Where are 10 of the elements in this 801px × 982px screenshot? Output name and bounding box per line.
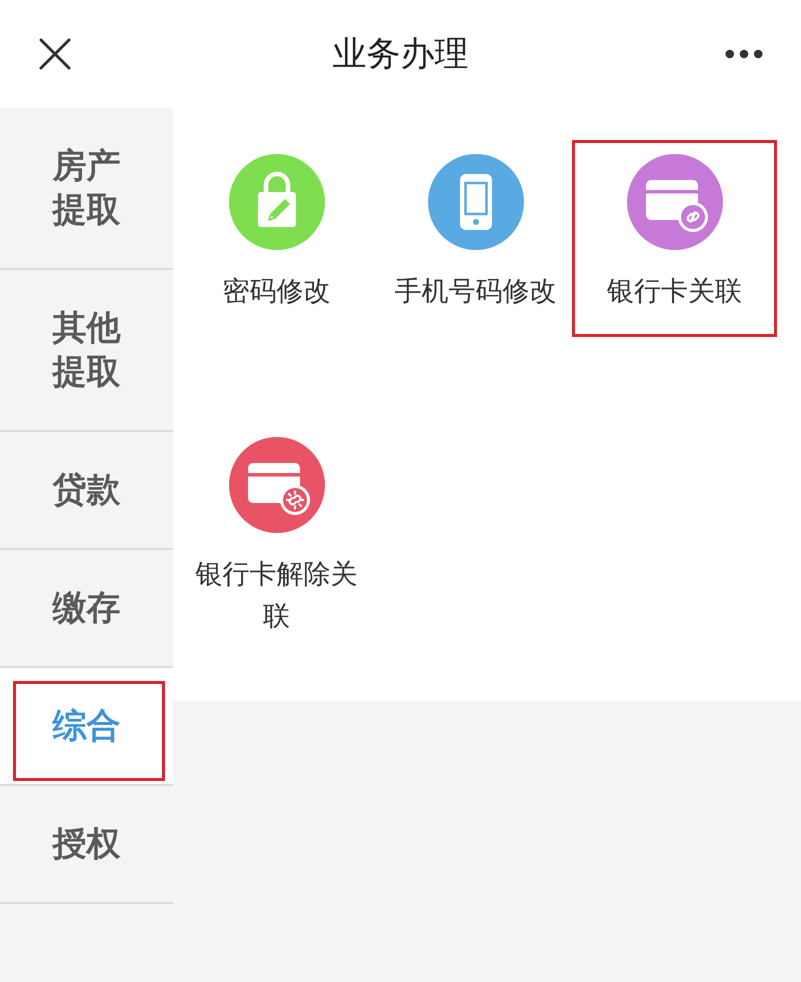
more-button[interactable] bbox=[725, 49, 763, 59]
page-title: 业务办理 bbox=[332, 33, 468, 76]
service-item[interactable]: 银行卡解除关联 bbox=[177, 423, 376, 662]
close-button[interactable] bbox=[39, 38, 71, 70]
service-item[interactable]: 手机号码修改 bbox=[376, 140, 575, 337]
service-item[interactable]: 密码修改 bbox=[177, 140, 376, 337]
close-icon bbox=[39, 38, 71, 70]
category-tab[interactable]: 综合 bbox=[0, 668, 173, 786]
service-item[interactable]: 银行卡关联 bbox=[575, 140, 774, 337]
more-icon bbox=[725, 49, 763, 59]
